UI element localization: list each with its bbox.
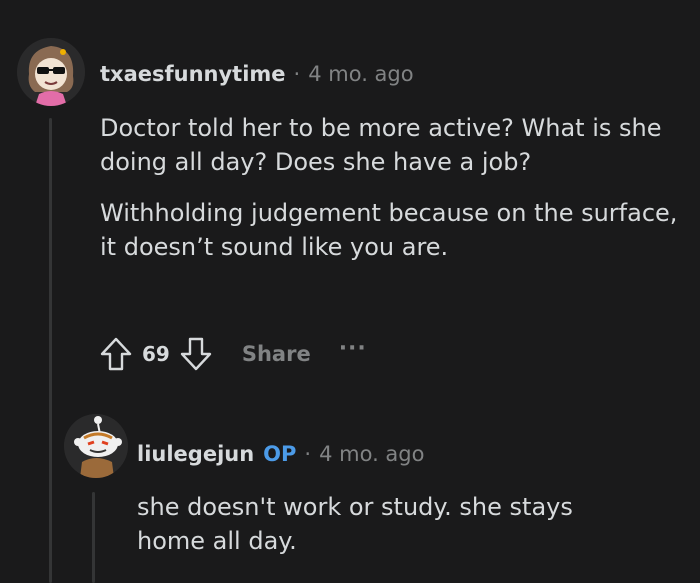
comment-1-actions: 69 Share ··· — [96, 333, 367, 375]
comment-2-body: she doesn't work or study. she stays hom… — [137, 490, 637, 558]
downvote-button[interactable] — [176, 334, 216, 374]
thread-line-1[interactable] — [49, 118, 52, 583]
arrow-up-outline-icon — [100, 337, 132, 371]
username[interactable]: liulegejun — [137, 442, 254, 466]
separator-dot: · — [304, 442, 312, 466]
separator-dot: · — [293, 62, 301, 86]
comment-age[interactable]: 4 mo. ago — [319, 442, 424, 466]
comment-1-meta: txaesfunnytime · 4 mo. ago — [100, 62, 414, 86]
comment-2-meta: liulegejun OP · 4 mo. ago — [137, 442, 424, 466]
comment-age[interactable]: 4 mo. ago — [308, 62, 413, 86]
comment-paragraph: Doctor told her to be more active? What … — [100, 114, 662, 177]
avatar-txaesfunnytime[interactable] — [17, 38, 85, 106]
arrow-down-outline-icon — [180, 337, 212, 371]
upvote-button[interactable] — [96, 334, 136, 374]
comment-paragraph: Withholding judgement because on the sur… — [100, 199, 678, 262]
share-button[interactable]: Share — [242, 342, 311, 366]
more-options-button[interactable]: ··· — [339, 336, 367, 361]
avatar-image — [17, 38, 85, 106]
comment-paragraph: she doesn't work or study. she stays hom… — [137, 493, 573, 556]
avatar-image — [64, 414, 128, 478]
thread-line-2[interactable] — [92, 492, 95, 583]
comment-1-body: Doctor told her to be more active? What … — [100, 111, 685, 264]
avatar-liulegejun[interactable] — [64, 414, 128, 478]
vote-score: 69 — [142, 342, 170, 366]
op-badge: OP — [263, 442, 297, 466]
username[interactable]: txaesfunnytime — [100, 62, 286, 86]
